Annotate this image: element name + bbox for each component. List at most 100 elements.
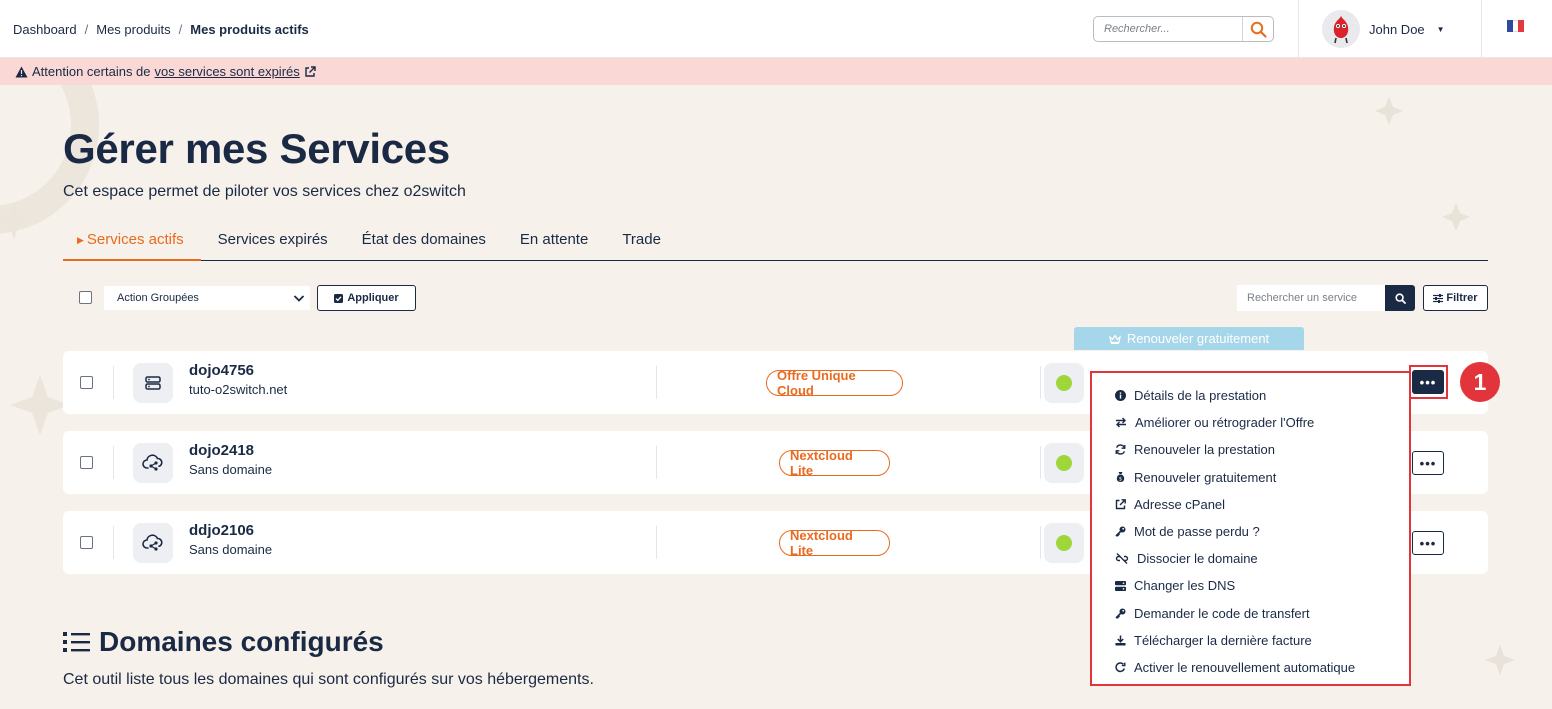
filter-label: Filtrer [1446, 292, 1478, 304]
service-name[interactable]: ddjo2106 [189, 522, 254, 539]
cloud-share-icon [133, 443, 173, 483]
service-domain: Sans domaine [189, 462, 273, 477]
menu-item-label: Détails de la prestation [1134, 388, 1267, 404]
status-indicator [1044, 523, 1084, 563]
menu-item-lost-password[interactable]: Mot de passe perdu ? [1092, 518, 1409, 545]
menu-item-label: Renouveler gratuitement [1134, 469, 1277, 485]
menu-item-label: Dissocier le domaine [1137, 551, 1258, 567]
section-title-text: Domaines configurés [99, 626, 384, 657]
list-icon [63, 632, 90, 652]
status-indicator [1044, 363, 1084, 403]
menu-item-dissociate[interactable]: Dissocier le domaine [1092, 545, 1409, 572]
menu-item-renew[interactable]: Renouveler la prestation [1092, 436, 1409, 463]
section-title: Domaines configurés [63, 626, 384, 658]
row-divider [656, 446, 657, 479]
bulk-action-value: Action Groupées [117, 292, 199, 304]
status-dot [1056, 455, 1072, 471]
select-all-checkbox[interactable] [79, 291, 92, 304]
row-checkbox[interactable] [80, 456, 93, 469]
svg-text:$: $ [1119, 477, 1122, 483]
info-circle-icon [1115, 390, 1126, 402]
caret-right-icon: ▶ [77, 235, 84, 245]
row-divider [113, 366, 114, 399]
more-actions-button[interactable]: ••• [1412, 451, 1444, 475]
exchange-icon [1116, 417, 1126, 428]
breadcrumb: Dashboard / Mes produits / Mes produits … [13, 22, 309, 37]
row-checkbox[interactable] [80, 376, 93, 389]
user-name: John Doe [1369, 21, 1425, 37]
section-subtitle: Cet outil liste tous les domaines qui so… [63, 671, 594, 688]
external-link-icon[interactable] [304, 65, 316, 78]
key-icon [1115, 526, 1126, 537]
menu-item-label: Mot de passe perdu ? [1134, 524, 1260, 540]
search-icon [1250, 21, 1267, 38]
tab-trade[interactable]: Trade [605, 222, 678, 261]
top-bar: Dashboard / Mes produits / Mes produits … [0, 0, 1552, 58]
row-checkbox[interactable] [80, 536, 93, 549]
alert-link[interactable]: vos services sont expirés [155, 64, 300, 79]
filter-button[interactable]: Filtrer [1423, 285, 1488, 311]
service-search-button[interactable] [1385, 285, 1415, 311]
french-flag-icon[interactable] [1507, 20, 1525, 32]
service-actions-menu: Détails de la prestation Améliorer ou ré… [1090, 371, 1411, 686]
menu-item-label: Améliorer ou rétrograder l'Offre [1135, 415, 1315, 431]
offer-badge: Nextcloud Lite [779, 528, 890, 558]
menu-item-download-invoice[interactable]: Télécharger la dernière facture [1092, 627, 1409, 654]
service-name[interactable]: dojo4756 [189, 362, 254, 379]
topbar-divider [1481, 0, 1482, 58]
tab-etat-des-domaines[interactable]: État des domaines [345, 222, 503, 261]
caret-down-icon: ▼ [1436, 24, 1445, 34]
cloud-share-icon [133, 523, 173, 563]
menu-item-cpanel[interactable]: Adresse cPanel [1092, 491, 1409, 518]
breadcrumb-current: Mes produits actifs [190, 22, 309, 37]
menu-item-change-dns[interactable]: Changer les DNS [1092, 572, 1409, 599]
service-name[interactable]: dojo2418 [189, 442, 254, 459]
highlight-annotation [1409, 365, 1448, 399]
renew-free-badge[interactable]: Renouveler gratuitement [1074, 327, 1304, 350]
service-domain: tuto-o2switch.net [189, 382, 288, 397]
mascot-avatar-icon [1333, 16, 1349, 44]
menu-item-transfer-code[interactable]: Demander le code de transfert [1092, 600, 1409, 627]
global-search-button[interactable] [1242, 17, 1273, 41]
breadcrumb-dashboard[interactable]: Dashboard [13, 22, 77, 37]
bulk-action-select[interactable]: Action Groupées [104, 286, 310, 310]
row-divider [113, 446, 114, 479]
service-search-input[interactable] [1237, 285, 1385, 311]
tab-label: Services actifs [86, 231, 184, 248]
breadcrumb-separator: / [84, 22, 89, 37]
offer-badge: Offre Unique Cloud [766, 368, 903, 398]
apply-label: Appliquer [347, 292, 399, 304]
global-search [1093, 16, 1274, 42]
key-icon [1115, 608, 1126, 619]
alert-text: Attention certains de [32, 64, 151, 79]
menu-item-renew-free[interactable]: $ Renouveler gratuitement [1092, 464, 1409, 491]
menu-item-details[interactable]: Détails de la prestation [1092, 382, 1409, 409]
sliders-icon [1433, 293, 1444, 303]
menu-item-upgrade[interactable]: Améliorer ou rétrograder l'Offre [1092, 409, 1409, 436]
status-dot [1056, 375, 1072, 391]
tab-en-attente[interactable]: En attente [503, 222, 605, 261]
breadcrumb-mes-produits[interactable]: Mes produits [96, 22, 170, 37]
step-number-badge: 1 [1460, 362, 1500, 402]
more-actions-button[interactable]: ••• [1412, 531, 1444, 555]
menu-item-auto-renew[interactable]: Activer le renouvellement automatique [1092, 654, 1409, 681]
redo-icon [1115, 662, 1126, 673]
apply-button[interactable]: Appliquer [317, 285, 416, 311]
tab-services-expires[interactable]: Services expirés [201, 222, 345, 261]
global-search-input[interactable] [1094, 23, 1242, 35]
row-divider [1040, 526, 1041, 559]
money-bag-icon: $ [1116, 472, 1125, 483]
offer-badge: Nextcloud Lite [779, 448, 890, 478]
external-link-icon [1115, 498, 1126, 510]
renew-badge-label: Renouveler gratuitement [1126, 331, 1270, 346]
row-divider [1040, 366, 1041, 399]
service-tabs: ▶ Services actifs Services expirés État d… [63, 222, 1488, 261]
row-divider [656, 526, 657, 559]
menu-item-label: Renouveler la prestation [1134, 442, 1275, 458]
menu-item-label: Demander le code de transfert [1134, 605, 1310, 621]
user-menu[interactable]: John Doe ▼ [1322, 10, 1445, 48]
menu-item-label: Changer les DNS [1134, 578, 1236, 594]
server-icon [1115, 580, 1126, 591]
avatar [1322, 10, 1360, 48]
tab-services-actifs[interactable]: ▶ Services actifs [63, 222, 201, 261]
